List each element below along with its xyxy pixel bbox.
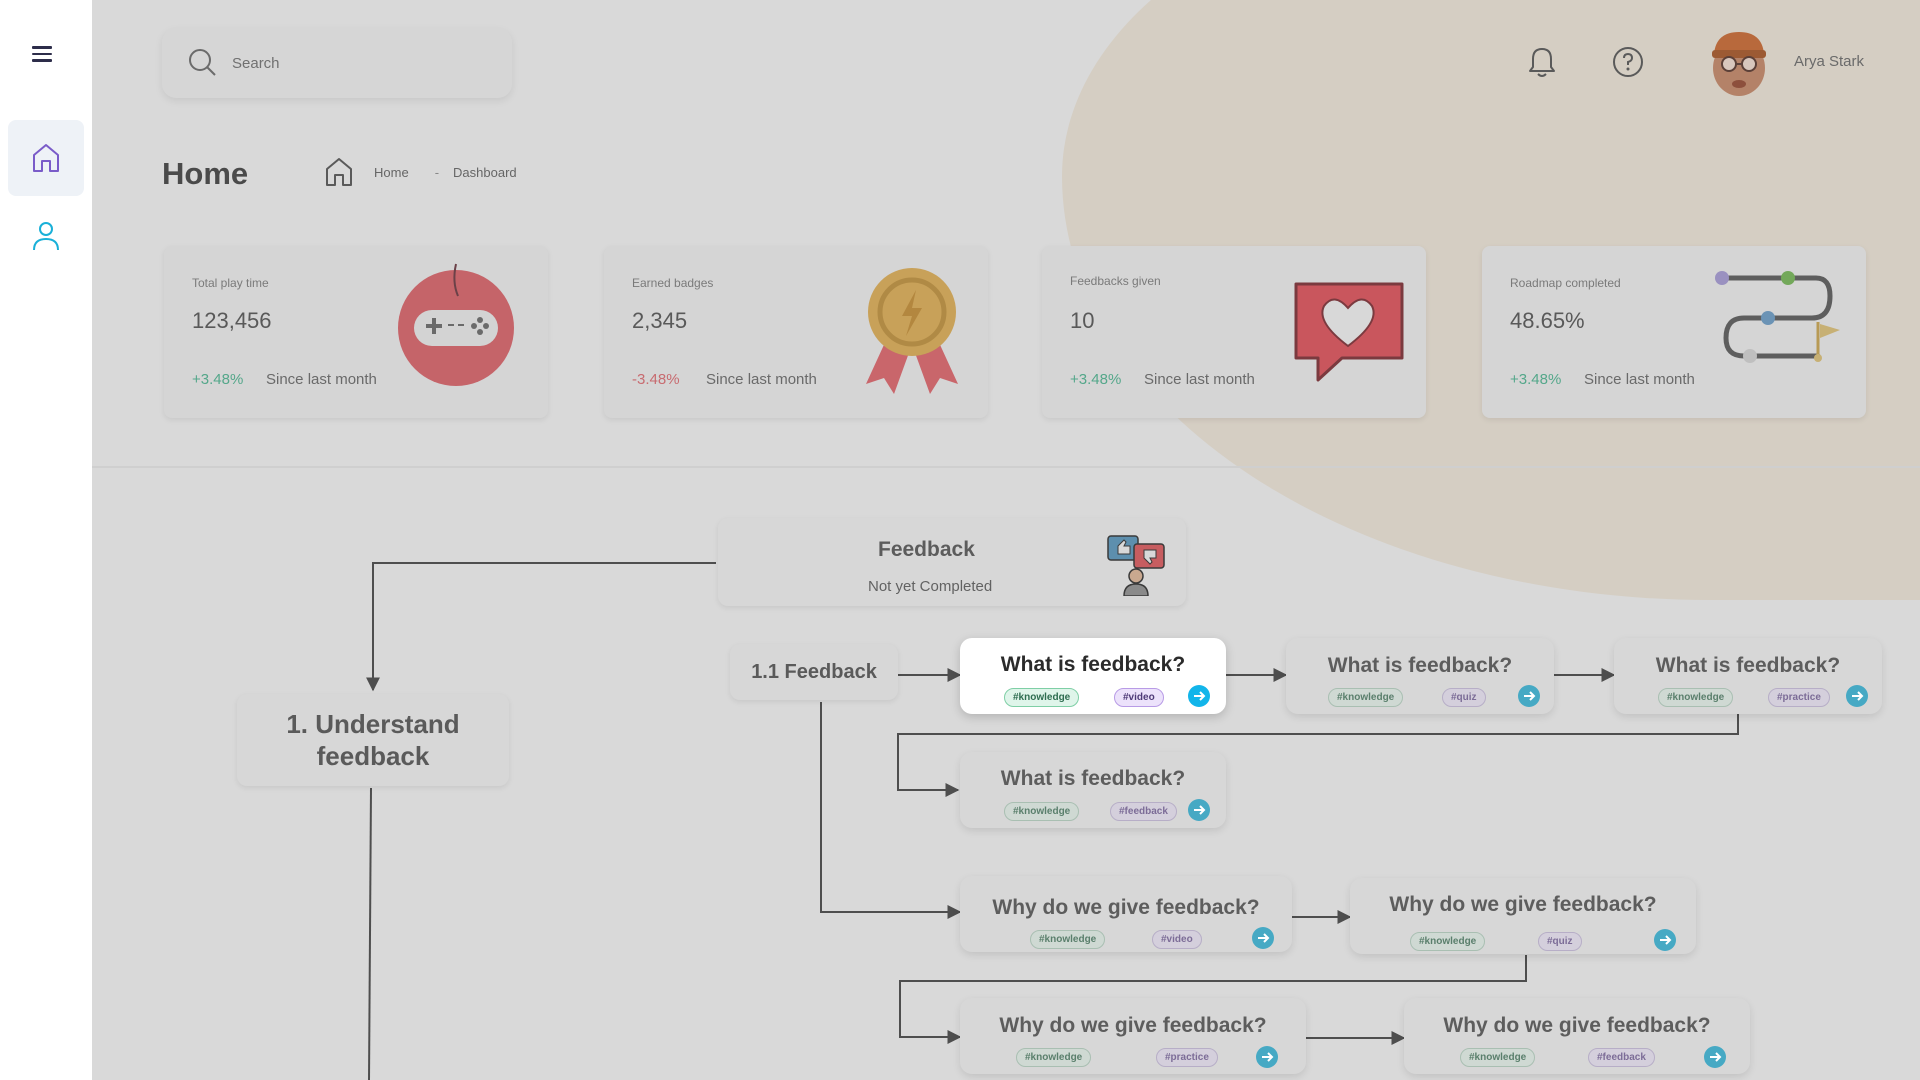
flow-node-feedback[interactable]: Feedback Not yet Completed — [718, 518, 1186, 606]
tag-video: #video — [1114, 688, 1164, 707]
feedback-people-icon — [1107, 535, 1165, 596]
flow-node-module[interactable]: 1. Understand feedback — [237, 694, 509, 786]
sidebar-item-home[interactable] — [8, 120, 84, 196]
tag-knowledge: #knowledge — [1460, 1048, 1536, 1067]
tag-knowledge: #knowledge — [1658, 688, 1734, 707]
tag-knowledge: #knowledge — [1328, 688, 1404, 707]
lesson-card[interactable]: Why do we give feedback? #knowledge #fee… — [1404, 998, 1750, 1074]
lesson-title: Why do we give feedback? — [1389, 893, 1657, 916]
arrow-right-icon[interactable] — [1188, 799, 1210, 821]
flow-node-submodule[interactable]: 1.1 Feedback — [730, 644, 898, 700]
sidebar — [0, 0, 92, 1080]
tag-feedback: #feedback — [1110, 802, 1177, 821]
lesson-card[interactable]: What is feedback? #knowledge #practice — [1614, 638, 1882, 714]
sidebar-item-profile[interactable] — [8, 198, 84, 274]
lesson-card[interactable]: Why do we give feedback? #knowledge #pra… — [960, 998, 1306, 1074]
arrow-right-icon[interactable] — [1256, 1046, 1278, 1068]
main-content: Arya Stark Home Home - Dashboard Total p… — [92, 0, 1920, 1080]
node-status: Not yet Completed — [868, 578, 993, 595]
lesson-title: Why do we give feedback? — [1443, 1014, 1711, 1037]
tag-knowledge: #knowledge — [1016, 1048, 1092, 1067]
tag-practice: #practice — [1156, 1048, 1218, 1067]
tag-knowledge: #knowledge — [1004, 688, 1080, 707]
lesson-title: What is feedback? — [1000, 653, 1186, 676]
node-title: Feedback — [878, 538, 975, 561]
arrow-right-icon[interactable] — [1252, 927, 1274, 949]
home-icon — [33, 144, 59, 172]
tag-video: #video — [1152, 930, 1202, 949]
user-icon — [33, 222, 59, 251]
tag-feedback: #feedback — [1588, 1048, 1655, 1067]
lesson-title: What is feedback? — [1000, 767, 1186, 790]
lesson-card[interactable]: What is feedback? #knowledge #feedback — [960, 752, 1226, 828]
arrow-right-icon[interactable] — [1654, 929, 1676, 951]
lesson-title: What is feedback? — [1655, 654, 1841, 677]
tag-knowledge: #knowledge — [1004, 802, 1080, 821]
arrow-right-icon[interactable] — [1704, 1046, 1726, 1068]
menu-icon[interactable] — [32, 46, 52, 62]
lesson-card[interactable]: What is feedback? #knowledge #video — [960, 638, 1226, 714]
lesson-card[interactable]: Why do we give feedback? #knowledge #vid… — [960, 876, 1292, 952]
tag-knowledge: #knowledge — [1410, 932, 1486, 951]
tag-practice: #practice — [1768, 688, 1830, 707]
arrow-right-icon[interactable] — [1188, 685, 1210, 707]
tag-quiz: #quiz — [1538, 932, 1582, 951]
lesson-title: Why do we give feedback? — [992, 896, 1260, 919]
lesson-title: Why do we give feedback? — [999, 1014, 1267, 1037]
arrow-right-icon[interactable] — [1518, 685, 1540, 707]
lesson-card[interactable]: Why do we give feedback? #knowledge #qui… — [1350, 878, 1696, 954]
tag-knowledge: #knowledge — [1030, 930, 1106, 949]
arrow-right-icon[interactable] — [1846, 685, 1868, 707]
tag-quiz: #quiz — [1442, 688, 1486, 707]
lesson-title: What is feedback? — [1327, 654, 1513, 677]
lesson-card[interactable]: What is feedback? #knowledge #quiz — [1286, 638, 1554, 714]
